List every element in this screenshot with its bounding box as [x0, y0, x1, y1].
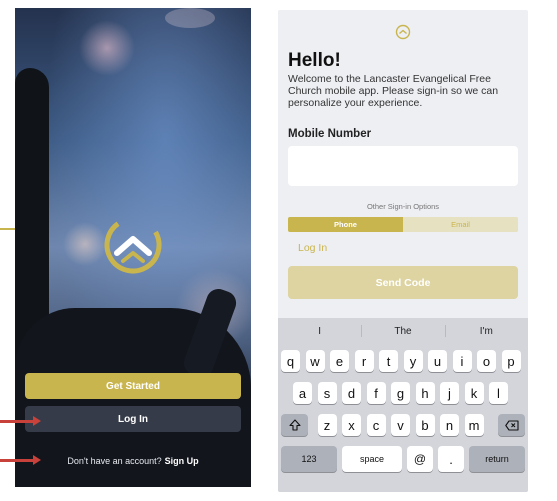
- church-logo-icon: [104, 216, 162, 274]
- key-g[interactable]: g: [391, 382, 410, 404]
- get-started-button[interactable]: Get Started: [25, 373, 241, 399]
- key-d[interactable]: d: [342, 382, 361, 404]
- key-z[interactable]: z: [317, 414, 337, 436]
- key-t[interactable]: t: [379, 350, 398, 372]
- key-u[interactable]: u: [428, 350, 447, 372]
- church-logo-small-icon: [395, 24, 411, 40]
- sign-in-screen: Hello! Welcome to the Lancaster Evangeli…: [278, 10, 528, 492]
- key-i[interactable]: i: [452, 350, 472, 372]
- onscreen-keyboard: I The I'm q w e r t y u i o p a s d f g …: [278, 318, 528, 492]
- sign-in-method-toggle: Phone Email: [288, 217, 518, 232]
- keyboard-suggestions: I The I'm: [278, 318, 528, 344]
- no-account-text: Don't have an account?: [67, 456, 162, 466]
- key-m[interactable]: m: [464, 414, 484, 436]
- space-key[interactable]: space: [342, 446, 402, 472]
- welcome-message: Welcome to the Lancaster Evangelical Fre…: [288, 73, 499, 109]
- sign-up-prompt: Don't have an account? Sign Up: [15, 454, 251, 468]
- suggestion-item[interactable]: I: [278, 318, 361, 344]
- shift-key[interactable]: [281, 414, 308, 436]
- delete-key[interactable]: [498, 414, 525, 436]
- log-in-link[interactable]: Log In: [298, 242, 327, 254]
- key-q[interactable]: q: [281, 350, 300, 372]
- return-key[interactable]: return: [469, 446, 525, 472]
- mobile-number-input[interactable]: [288, 146, 518, 186]
- key-r[interactable]: r: [354, 350, 374, 372]
- key-s[interactable]: s: [317, 382, 337, 404]
- at-key[interactable]: @: [407, 446, 433, 472]
- key-c[interactable]: c: [366, 414, 386, 436]
- key-x[interactable]: x: [342, 414, 361, 436]
- key-f[interactable]: f: [366, 382, 386, 404]
- key-h[interactable]: h: [415, 382, 435, 404]
- welcome-screen: Get Started Log In Don't have an account…: [15, 8, 251, 487]
- key-row-1: q w e r t y u i o p: [278, 350, 528, 372]
- mobile-number-label: Mobile Number: [288, 128, 372, 140]
- key-row-2: a s d f g h j k l: [278, 382, 528, 404]
- page-title: Hello!: [288, 50, 341, 71]
- dot-key[interactable]: .: [438, 446, 464, 472]
- annotation-arrow-signup: [0, 455, 41, 465]
- suggestion-item[interactable]: I'm: [444, 318, 528, 344]
- key-p[interactable]: p: [501, 350, 521, 372]
- key-o[interactable]: o: [477, 350, 496, 372]
- key-y[interactable]: y: [403, 350, 423, 372]
- key-row-3: z x c v b n m: [278, 414, 528, 436]
- key-l[interactable]: l: [489, 382, 508, 404]
- key-v[interactable]: v: [391, 414, 410, 436]
- key-e[interactable]: e: [330, 350, 349, 372]
- bokeh-light: [165, 8, 215, 28]
- key-a[interactable]: a: [293, 382, 312, 404]
- key-b[interactable]: b: [415, 414, 435, 436]
- suggestion-item[interactable]: The: [361, 318, 444, 344]
- tab-email[interactable]: Email: [403, 217, 518, 232]
- shift-icon: [288, 419, 301, 431]
- send-code-button[interactable]: Send Code: [288, 266, 518, 299]
- log-in-button[interactable]: Log In: [25, 406, 241, 432]
- key-k[interactable]: k: [464, 382, 484, 404]
- tab-phone[interactable]: Phone: [288, 217, 403, 232]
- annotation-arrow-login: [0, 416, 41, 426]
- delete-icon: [504, 419, 519, 431]
- key-w[interactable]: w: [305, 350, 325, 372]
- screenshot-canvas: Get Started Log In Don't have an account…: [0, 0, 557, 501]
- numbers-key[interactable]: 123: [281, 446, 337, 472]
- key-n[interactable]: n: [440, 414, 459, 436]
- key-j[interactable]: j: [440, 382, 459, 404]
- sign-up-link[interactable]: Sign Up: [165, 456, 199, 466]
- other-sign-in-options-label: Other Sign-in Options: [366, 202, 440, 211]
- key-row-4: 123 space @ . return: [278, 446, 528, 472]
